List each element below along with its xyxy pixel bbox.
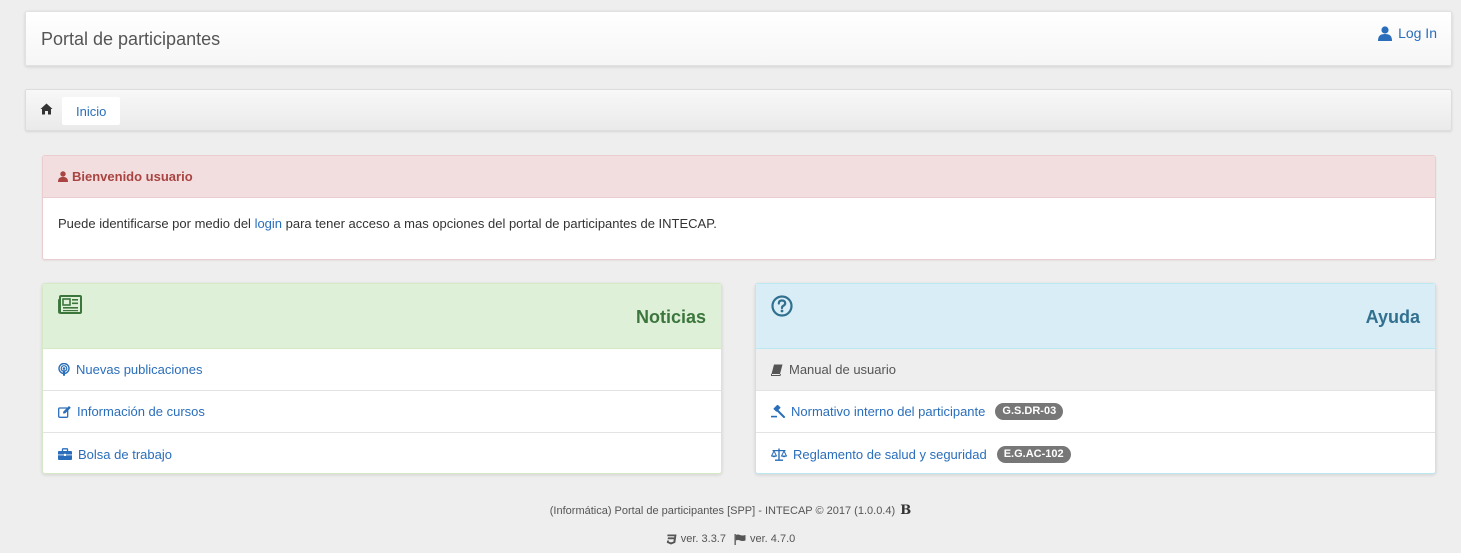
bootstrap-icon: B [900, 503, 912, 518]
welcome-panel-header: Bienvenido usuario [43, 156, 1435, 198]
brand-title[interactable]: Portal de participantes [41, 29, 220, 50]
news-item-bolsa-de-trabajo[interactable]: Bolsa de trabajo [43, 433, 721, 475]
document-code-badge: E.G.AC-102 [996, 445, 1071, 463]
css3-icon [666, 534, 677, 545]
footer-copyright: (Informática) Portal de participantes [S… [0, 503, 1461, 518]
footer-text: (Informática) Portal de participantes [S… [549, 505, 896, 517]
help-card: Ayuda Manual de usuario Normativo intern… [755, 283, 1436, 474]
help-item-label: Normativo interno del participante [791, 404, 986, 419]
help-title: Ayuda [1365, 307, 1420, 327]
help-card-header: Ayuda [756, 284, 1435, 349]
breadcrumb: Inicio [25, 89, 1452, 131]
login-label: Log In [1398, 25, 1437, 41]
newspaper-icon [58, 295, 82, 315]
help-item-label: Reglamento de salud y seguridad [793, 446, 987, 462]
edit-icon [58, 405, 71, 418]
welcome-message: Puede identificarse por medio del login … [43, 198, 1435, 249]
top-navbar: Portal de participantes Log In [25, 11, 1452, 66]
welcome-title: Bienvenido usuario [72, 169, 193, 184]
help-item-label: Manual de usuario [789, 362, 896, 377]
book-icon [771, 364, 783, 376]
podcast-icon [58, 363, 70, 376]
footer-versions: ver. 3.3.7 ver. 4.7.0 [0, 533, 1461, 545]
news-item-informacion-de-cursos[interactable]: Información de cursos [43, 391, 721, 433]
news-item-label: Nuevas publicaciones [76, 362, 203, 377]
help-item-normativo-interno[interactable]: Normativo interno del participante G.S.D… [756, 391, 1435, 433]
help-list: Manual de usuario Normativo interno del … [756, 349, 1435, 475]
welcome-panel: Bienvenido usuario Puede identificarse p… [42, 155, 1436, 260]
news-card: Noticias Nuevas publicaciones Informació… [42, 283, 722, 474]
briefcase-icon [58, 448, 72, 460]
login-inline-link[interactable]: login [255, 216, 282, 231]
help-item-reglamento-salud-seguridad[interactable]: Reglamento de salud y seguridad E.G.AC-1… [756, 433, 1435, 475]
news-item-nuevas-publicaciones[interactable]: Nuevas publicaciones [43, 349, 721, 391]
balance-scale-icon [771, 448, 787, 461]
document-code-badge: G.S.DR-03 [995, 403, 1064, 420]
login-link[interactable]: Log In [1378, 25, 1437, 41]
home-icon [40, 103, 53, 115]
gavel-icon [771, 405, 785, 418]
news-item-label: Bolsa de trabajo [78, 446, 172, 462]
news-item-label: Información de cursos [77, 404, 205, 419]
welcome-text-before: Puede identificarse por medio del [58, 216, 255, 231]
news-title: Noticias [635, 307, 706, 327]
news-list: Nuevas publicaciones Información de curs… [43, 349, 721, 475]
fontawesome-version: ver. 4.7.0 [750, 533, 796, 545]
bootstrap-version: ver. 3.3.7 [680, 533, 726, 545]
user-icon [58, 171, 68, 182]
question-circle-icon [771, 295, 793, 317]
help-item-manual-de-usuario[interactable]: Manual de usuario [756, 349, 1435, 391]
news-card-header: Noticias [43, 284, 721, 349]
breadcrumb-item-inicio[interactable]: Inicio [62, 97, 121, 125]
welcome-text-after: para tener acceso a mas opciones del por… [282, 216, 717, 231]
user-icon [1378, 25, 1393, 41]
flag-icon [734, 533, 746, 545]
